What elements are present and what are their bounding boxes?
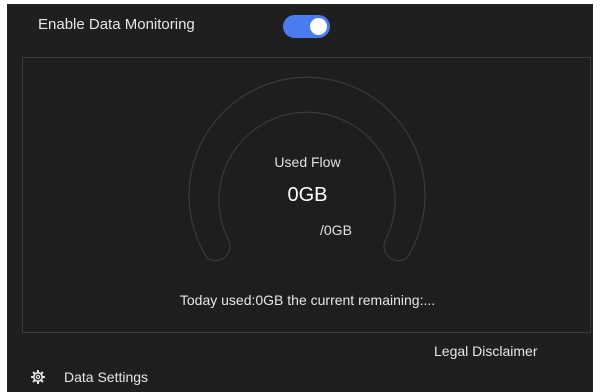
used-flow-value: 0GB [287, 184, 328, 206]
monitoring-label: Enable Data Monitoring [38, 16, 195, 33]
data-settings-label: Data Settings [64, 369, 149, 385]
gauge-title: Used Flow [274, 154, 341, 170]
monitoring-toggle-row: Enable Data Monitoring [7, 4, 593, 48]
monitoring-toggle[interactable] [283, 15, 330, 38]
data-monitoring-page: Enable Data Monitoring Used Flow 0GB /0G… [7, 4, 593, 392]
usage-panel: Used Flow 0GB /0GB Today used:0GB the cu… [22, 57, 591, 333]
toggle-knob [310, 18, 327, 35]
usage-summary: Today used:0GB the current remaining:... [179, 292, 436, 308]
screen: Enable Data Monitoring Used Flow 0GB /0G… [0, 0, 600, 392]
gear-icon [31, 370, 45, 384]
total-flow-value: /0GB [320, 222, 352, 238]
legal-disclaimer-link[interactable]: Legal Disclaimer [434, 343, 537, 359]
